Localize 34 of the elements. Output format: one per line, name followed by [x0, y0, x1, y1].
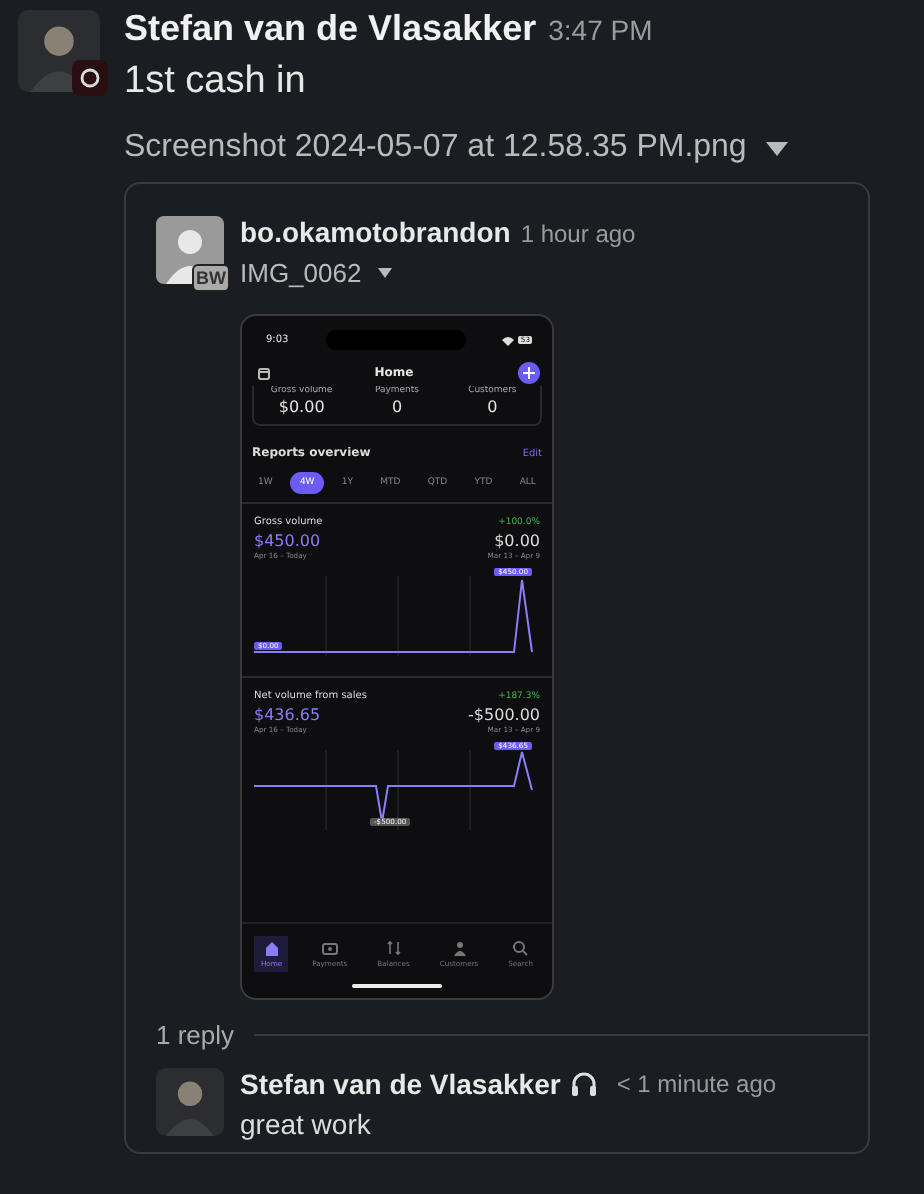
home-indicator: [352, 984, 442, 988]
file-name[interactable]: Screenshot 2024-05-07 at 12.58.35 PM.png: [124, 130, 747, 166]
workspace-badge: BW: [192, 264, 230, 292]
wifi-icon: [502, 335, 515, 345]
message-text: 1st cash in: [124, 60, 308, 104]
home-icon: [263, 940, 280, 956]
headphones-icon: [570, 1070, 599, 1098]
person-icon: [451, 940, 468, 956]
reply-text: great work: [240, 1108, 373, 1140]
summary-value: 0: [487, 398, 498, 416]
previous-value: $0.00: [494, 532, 540, 550]
add-icon[interactable]: [518, 362, 540, 384]
wallet-icon: [321, 940, 338, 956]
phone-screenshot[interactable]: [240, 314, 554, 1000]
summary-value: 0: [391, 398, 403, 416]
author-name[interactable]: Stefan van de Vlasakker: [124, 8, 537, 48]
previous-value: -$500.00: [468, 706, 540, 724]
reply-count[interactable]: 1 reply: [156, 1020, 235, 1050]
timestamp[interactable]: < 1 minute ago: [616, 1070, 777, 1098]
timestamp[interactable]: 3:47 PM: [548, 14, 653, 46]
file-name[interactable]: IMG_0062: [240, 258, 362, 288]
current-value: $436.65: [254, 706, 321, 724]
calendar-icon[interactable]: [258, 367, 270, 379]
avatar[interactable]: [156, 216, 224, 284]
caret-icon[interactable]: [377, 268, 392, 278]
timestamp[interactable]: 1 hour ago: [520, 220, 636, 248]
current-value: $450.00: [254, 532, 321, 550]
caret-icon[interactable]: [766, 141, 789, 155]
search-icon: [512, 940, 529, 956]
status-icon: [72, 60, 108, 96]
author-name[interactable]: bo.okamotobrandon: [240, 216, 511, 248]
summary-value: $0.00: [278, 398, 325, 416]
arrows-icon: [385, 940, 402, 956]
author-name[interactable]: Stefan van de Vlasakker: [240, 1068, 561, 1100]
